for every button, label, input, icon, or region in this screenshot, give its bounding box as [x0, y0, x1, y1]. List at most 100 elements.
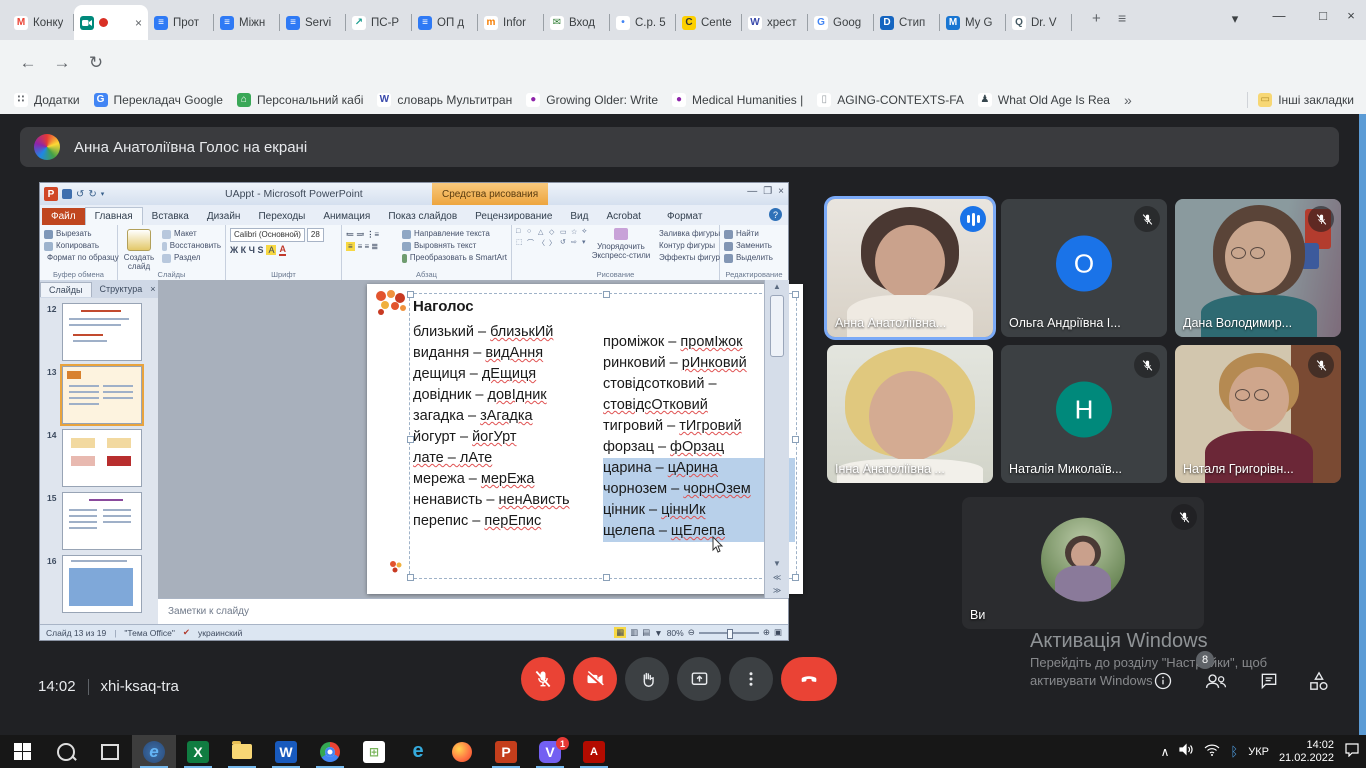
redo-icon[interactable]: ↻ — [88, 189, 96, 200]
taskbar-acrobat-icon[interactable]: A — [572, 735, 616, 768]
view-reading-icon[interactable]: ▤ — [642, 627, 650, 638]
bookmark-item[interactable]: ● Medical Humanities | — [672, 93, 803, 107]
taskbar-explorer-icon[interactable] — [220, 735, 264, 768]
ribbon-tab-home[interactable]: Главная — [85, 207, 143, 225]
zoom-out-icon[interactable]: ⊖ — [688, 627, 695, 638]
font-name-box[interactable]: Calibri (Основной) — [230, 228, 305, 242]
new-slide-button[interactable]: Создать слайд — [122, 228, 156, 271]
self-tile[interactable]: Ви — [962, 497, 1204, 629]
status-language[interactable]: украинский — [198, 628, 242, 638]
save-icon[interactable] — [62, 189, 72, 199]
ribbon-tab-file[interactable]: Файл — [42, 208, 85, 225]
bookmark-item[interactable]: ⌂ Персональний кабі — [237, 93, 363, 107]
shapes-gallery[interactable]: □○△◇▭☆⟡ ⬚⌒〈〉↺⇨▾ — [516, 228, 590, 247]
bookmark-item[interactable]: ∷ Додатки — [14, 93, 80, 107]
browser-tab[interactable]: m Infor — [478, 5, 544, 40]
spellcheck-icon[interactable]: ✔ — [183, 627, 190, 638]
slide-thumbnail[interactable]: 16 — [62, 555, 142, 613]
taskbar-excel-icon[interactable]: X — [176, 735, 220, 768]
browser-tab[interactable]: D Стип — [874, 5, 940, 40]
fit-to-window-icon[interactable]: ▣ — [774, 627, 782, 638]
ribbon-tab-review[interactable]: Рецензирование — [466, 208, 561, 225]
window-maximize-button[interactable]: □ — [1306, 0, 1340, 30]
taskbar-search-icon[interactable] — [44, 735, 88, 768]
participant-tile[interactable]: Інна Анатоліївна ... — [827, 345, 993, 483]
font-size-box[interactable]: 28 — [307, 228, 324, 242]
ribbon-tab-transitions[interactable]: Переходы — [249, 208, 314, 225]
other-bookmarks-folder[interactable]: ▭ Інші закладки — [1258, 93, 1354, 107]
browser-tab[interactable]: ≡ Міжн — [214, 5, 280, 40]
view-normal-icon[interactable]: ▦ — [614, 627, 626, 638]
action-center-icon[interactable] — [1344, 742, 1360, 762]
ribbon-tab-design[interactable]: Дизайн — [198, 208, 250, 225]
browser-tab[interactable]: ≡ Прот — [148, 5, 214, 40]
participants-icon[interactable] — [1203, 668, 1229, 694]
browser-tab[interactable]: ✉ Вход — [544, 5, 610, 40]
browser-tab[interactable]: ≡ Servi — [280, 5, 346, 40]
view-slideshow-icon[interactable]: ▼ — [654, 628, 662, 638]
qat-caret-icon[interactable]: ▾ — [101, 190, 105, 198]
new-tab-button[interactable]: + — [1092, 10, 1101, 27]
bookmark-item[interactable]: G Перекладач Google — [94, 93, 223, 107]
zoom-slider[interactable] — [699, 632, 759, 634]
raise-hand-button[interactable] — [625, 657, 669, 701]
slide-thumbnail[interactable]: 15 — [62, 492, 142, 550]
bookmarks-overflow-chevron[interactable]: » — [1124, 92, 1132, 108]
activities-icon[interactable] — [1306, 668, 1332, 694]
ribbon-tab-slideshow[interactable]: Показ слайдов — [379, 208, 466, 225]
window-close-button[interactable]: × — [1336, 0, 1366, 30]
browser-tab[interactable]: C Cente — [676, 5, 742, 40]
tray-clock[interactable]: 14:02 21.02.2022 — [1279, 739, 1334, 765]
bluetooth-icon[interactable]: ᛒ — [1230, 744, 1238, 759]
taskbar-firefox-icon[interactable] — [440, 735, 484, 768]
titlebar-extra-icon[interactable]: ▾ — [1218, 4, 1252, 34]
slide-thumbnail-selected[interactable]: 13 — [62, 366, 142, 424]
wifi-icon[interactable] — [1204, 743, 1220, 761]
reload-button[interactable]: ↻ — [82, 49, 110, 77]
taskbar-viber-icon[interactable]: V 1 — [528, 735, 572, 768]
panel-close-icon[interactable]: × — [150, 284, 155, 294]
slide-canvas[interactable]: Наголос близький – близькИй видання – ви… — [367, 284, 803, 594]
taskbar-powerpoint-icon[interactable]: P — [484, 735, 528, 768]
participant-tile[interactable]: Наталя Григорівн... — [1175, 345, 1341, 483]
zoom-in-icon[interactable]: ⊕ — [763, 627, 770, 638]
volume-icon[interactable] — [1179, 743, 1194, 761]
mic-toggle-button[interactable] — [521, 657, 565, 701]
tab-close-icon[interactable]: × — [135, 16, 142, 30]
taskbar-edge-icon[interactable]: e — [396, 735, 440, 768]
chat-icon[interactable] — [1256, 668, 1282, 694]
browser-tab[interactable]: M Конку — [8, 5, 74, 40]
participant-tile[interactable]: Дана Володимир... — [1175, 199, 1341, 337]
browser-tab[interactable]: Q Dr. V — [1006, 5, 1072, 40]
browser-tab-meet-active[interactable]: × — [74, 5, 148, 40]
slide-thumbnail[interactable]: 14 — [62, 429, 142, 487]
tray-hidden-icons-chevron[interactable]: ∧ — [1161, 745, 1170, 759]
task-view-icon[interactable] — [88, 735, 132, 768]
participant-tile[interactable]: Н Наталія Миколаїв... — [1001, 345, 1167, 483]
browser-tab[interactable]: ≡ ОП д — [412, 5, 478, 40]
bookmark-item[interactable]: ♟ What Old Age Is Rea — [978, 93, 1110, 107]
window-minimize-button[interactable]: — — [1262, 0, 1296, 30]
meeting-details-icon[interactable] — [1150, 668, 1176, 694]
language-indicator[interactable]: УКР — [1248, 746, 1269, 758]
ribbon-tab-format[interactable]: Формат — [658, 208, 712, 225]
pp-close-button[interactable]: × — [778, 186, 784, 197]
ribbon-tab-view[interactable]: Вид — [561, 208, 597, 225]
panel-tab-outline[interactable]: Структура — [92, 282, 151, 296]
back-button[interactable]: ← — [14, 49, 42, 77]
tab-list-button[interactable]: ≡ — [1118, 10, 1126, 26]
more-options-button[interactable] — [729, 657, 773, 701]
notes-pane[interactable]: Заметки к слайду — [158, 598, 788, 624]
browser-tab[interactable]: W хрест — [742, 5, 808, 40]
taskbar-word-icon[interactable]: W — [264, 735, 308, 768]
browser-tab[interactable]: G Goog — [808, 5, 874, 40]
pp-minimize-button[interactable]: — — [747, 186, 757, 197]
participant-tile[interactable]: О Ольга Андріївна І... — [1001, 199, 1167, 337]
taskbar-ie-icon[interactable]: e — [132, 735, 176, 768]
browser-tab[interactable]: • С.р. 5 — [610, 5, 676, 40]
end-call-button[interactable] — [781, 657, 837, 701]
slide-scrollbar[interactable]: ▲ ▼ ≪ ≫ — [764, 280, 789, 598]
bookmark-item[interactable]: ● Growing Older: Write — [526, 93, 658, 107]
ribbon-tab-insert[interactable]: Вставка — [143, 208, 198, 225]
forward-button[interactable]: → — [48, 49, 76, 77]
